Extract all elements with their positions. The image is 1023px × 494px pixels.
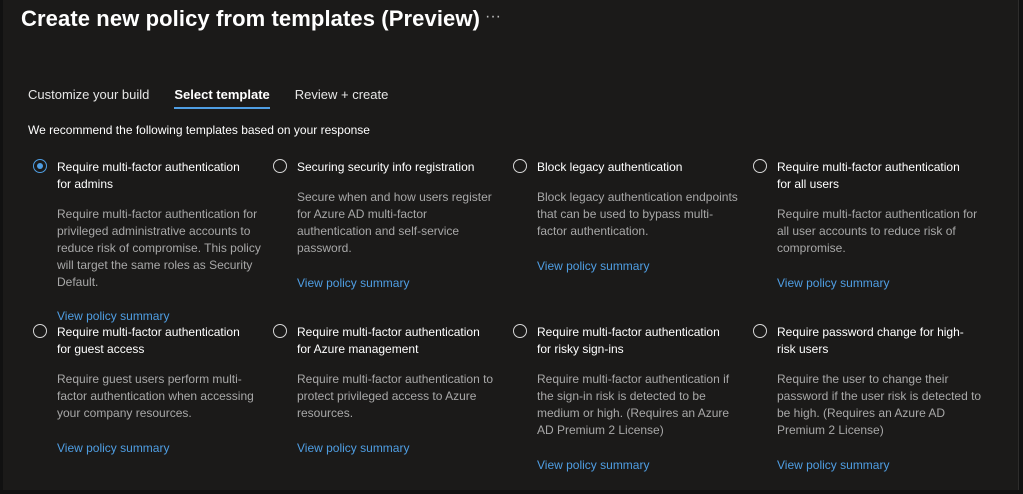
template-description: Secure when and how users register for A… bbox=[297, 190, 492, 255]
template-title: Require multi-factor authentication for … bbox=[537, 325, 720, 356]
recommendation-subtitle: We recommend the following templates bas… bbox=[28, 123, 370, 137]
template-description: Require the user to change their passwor… bbox=[777, 372, 982, 437]
view-policy-summary-link[interactable]: View policy summary bbox=[777, 276, 889, 290]
template-description: Require multi-factor authentication if t… bbox=[537, 372, 730, 437]
template-title: Require password change for high-risk us… bbox=[777, 325, 964, 356]
template-title: Require multi-factor authentication for … bbox=[57, 325, 240, 356]
radio-button[interactable] bbox=[273, 324, 287, 338]
template-title: Require multi-factor authentication for … bbox=[57, 160, 240, 191]
radio-button[interactable] bbox=[753, 159, 767, 173]
radio-button[interactable] bbox=[513, 159, 527, 173]
view-policy-summary-link[interactable]: View policy summary bbox=[777, 458, 889, 472]
view-policy-summary-link[interactable]: View policy summary bbox=[297, 441, 409, 455]
tab-review-create[interactable]: Review + create bbox=[295, 87, 389, 109]
template-title: Require multi-factor authentication for … bbox=[777, 160, 960, 191]
view-policy-summary-link[interactable]: View policy summary bbox=[537, 458, 649, 472]
tab-select-template[interactable]: Select template bbox=[174, 87, 271, 109]
template-title: Securing security info registration bbox=[297, 160, 475, 174]
view-policy-summary-link[interactable]: View policy summary bbox=[297, 276, 409, 290]
template-title: Block legacy authentication bbox=[537, 160, 683, 174]
template-description: Require guest users perform multi-factor… bbox=[57, 372, 254, 420]
template-description: Require multi-factor authentication to p… bbox=[297, 372, 494, 420]
blade-panel: Create new policy from templates (Previe… bbox=[3, 0, 1019, 490]
template-card-mfa-azure-mgmt[interactable]: Require multi-factor authentication for … bbox=[273, 324, 493, 464]
template-card-mfa-guest[interactable]: Require multi-factor authentication for … bbox=[33, 324, 254, 464]
radio-button-selected[interactable] bbox=[33, 159, 47, 173]
radio-button[interactable] bbox=[273, 159, 287, 173]
radio-button[interactable] bbox=[513, 324, 527, 338]
radio-button[interactable] bbox=[753, 324, 767, 338]
view-policy-summary-link[interactable]: View policy summary bbox=[57, 309, 169, 323]
wizard-tabs: Customize your build Select template Rev… bbox=[28, 87, 413, 109]
template-title: Require multi-factor authentication for … bbox=[297, 325, 480, 356]
radio-button[interactable] bbox=[33, 324, 47, 338]
template-card-block-legacy[interactable]: Block legacy authentication Block legacy… bbox=[513, 159, 738, 279]
page-title: Create new policy from templates (Previe… bbox=[21, 6, 481, 31]
view-policy-summary-link[interactable]: View policy summary bbox=[537, 259, 649, 273]
template-card-mfa-all-users[interactable]: Require multi-factor authentication for … bbox=[753, 159, 977, 299]
template-description: Require multi-factor authentication for … bbox=[57, 207, 261, 289]
template-card-password-change[interactable]: Require password change for high-risk us… bbox=[753, 324, 981, 479]
tab-customize-your-build[interactable]: Customize your build bbox=[28, 87, 149, 109]
template-card-security-info[interactable]: Securing security info registration Secu… bbox=[273, 159, 493, 299]
view-policy-summary-link[interactable]: View policy summary bbox=[57, 441, 169, 455]
more-horizontal-icon[interactable]: ··· bbox=[485, 8, 501, 26]
template-description: Block legacy authentication endpoints th… bbox=[537, 190, 738, 238]
template-description: Require multi-factor authentication for … bbox=[777, 207, 978, 255]
template-card-mfa-risky-signins[interactable]: Require multi-factor authentication for … bbox=[513, 324, 733, 479]
template-card-mfa-admins[interactable]: Require multi-factor authentication for … bbox=[33, 159, 261, 329]
